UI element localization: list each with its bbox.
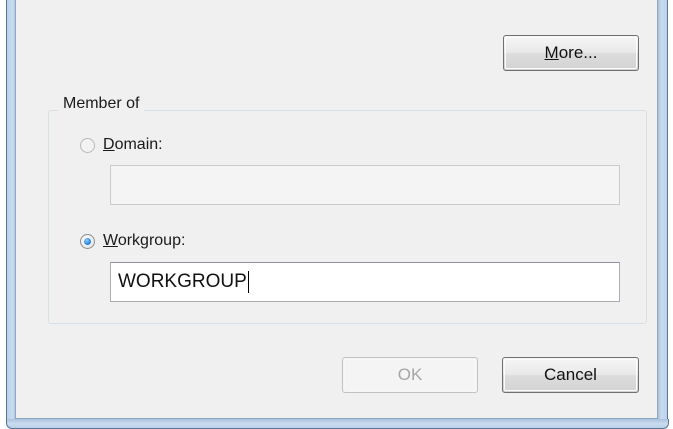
more-button[interactable]: More... (503, 35, 639, 71)
domain-radio-row[interactable]: Domain: (80, 136, 163, 154)
workgroup-radio-label: Workgroup: (103, 232, 186, 249)
ok-button[interactable]: OK (342, 357, 478, 393)
ok-button-label: OK (397, 365, 423, 384)
cancel-button[interactable]: Cancel (502, 357, 639, 393)
workgroup-radio[interactable] (80, 233, 95, 249)
workgroup-radio-row[interactable]: Workgroup: (80, 232, 185, 250)
workgroup-field-value: WORKGROUP (118, 271, 247, 292)
more-button-label: More... (544, 43, 598, 62)
workgroup-field[interactable]: WORKGROUP (110, 262, 620, 302)
window-border-right[interactable] (658, 0, 668, 421)
domain-field[interactable] (110, 165, 620, 205)
text-caret (247, 271, 249, 293)
member-of-title: Member of (58, 93, 145, 115)
domain-radio[interactable] (80, 137, 95, 153)
domain-radio-label: Domain: (103, 136, 163, 153)
dialog-window: More... Member of Domain: Workgroup: WOR… (0, 0, 673, 429)
cancel-button-label: Cancel (544, 365, 597, 384)
window-border-bottom[interactable] (6, 419, 669, 429)
